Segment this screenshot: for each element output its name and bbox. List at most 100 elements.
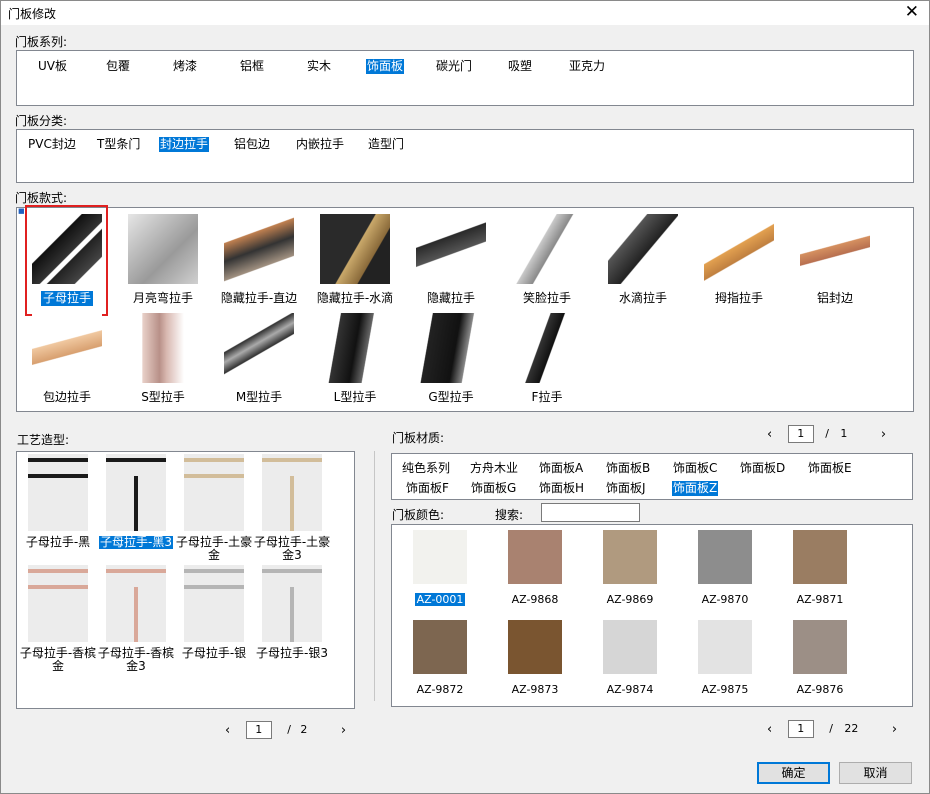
color-swatch[interactable]: AZ-9868 <box>487 530 583 606</box>
craft-thumbnail <box>28 565 88 642</box>
prev-page-icon[interactable]: ‹ <box>767 722 772 737</box>
style-item[interactable]: 隐藏拉手-水滴 <box>307 214 403 306</box>
material-item[interactable]: 饰面板J <box>605 481 647 496</box>
material-page-input[interactable]: 1 <box>787 425 814 443</box>
page-total: 1 <box>840 427 848 440</box>
category-item[interactable]: 铝包边 <box>233 137 271 152</box>
color-swatch[interactable]: AZ-9874 <box>582 620 678 696</box>
style-item-label: 隐藏拉手 <box>426 291 475 305</box>
style-item[interactable]: 铝封边 <box>787 214 883 306</box>
swatch-code: AZ-9873 <box>511 683 559 696</box>
style-item-label: 笑脸拉手 <box>522 291 571 305</box>
swatch-color <box>793 530 847 584</box>
color-swatch[interactable]: AZ-9876 <box>772 620 868 696</box>
category-item[interactable]: 内嵌拉手 <box>295 137 345 152</box>
style-item-label: L型拉手 <box>333 390 377 404</box>
craft-item[interactable]: 子母拉手-土豪金 <box>172 454 256 562</box>
style-item[interactable]: 子母拉手 <box>19 214 115 306</box>
material-item[interactable]: 饰面板A <box>538 461 584 476</box>
craft-item[interactable]: 子母拉手-黑3 <box>94 454 178 549</box>
series-item[interactable]: 亚克力 <box>568 59 606 74</box>
craft-item[interactable]: 子母拉手-银3 <box>250 565 334 660</box>
material-item[interactable]: 饰面板F <box>405 481 450 496</box>
series-item[interactable]: 吸塑 <box>507 59 533 74</box>
style-item[interactable]: 隐藏拉手-直边 <box>211 214 307 306</box>
next-page-icon[interactable]: › <box>341 723 346 738</box>
material-item[interactable]: 饰面板Z <box>672 481 719 496</box>
handle-bar-v <box>290 476 294 531</box>
swatch-color <box>793 620 847 674</box>
craft-item[interactable]: 子母拉手-黑 <box>16 454 100 549</box>
material-item[interactable]: 饰面板H <box>538 481 585 496</box>
craft-thumbnail <box>262 454 322 531</box>
color-swatch[interactable]: AZ-0001 <box>392 530 488 606</box>
s-handle-icon <box>128 313 198 383</box>
craft-item-label: 子母拉手-香槟金 <box>19 646 97 673</box>
hidden-handle-drop-icon <box>320 214 390 284</box>
style-item[interactable]: F拉手 <box>499 313 595 405</box>
craft-page-input[interactable]: 1 <box>245 721 272 739</box>
next-page-icon[interactable]: › <box>892 722 897 737</box>
craft-item[interactable]: 子母拉手-香槟金 <box>16 565 100 673</box>
style-item-label: 子母拉手 <box>40 291 93 306</box>
color-swatch[interactable]: AZ-9870 <box>677 530 773 606</box>
material-item[interactable]: 方舟木业 <box>469 461 519 476</box>
series-item[interactable]: UV板 <box>37 59 68 74</box>
style-item[interactable]: 拇指拉手 <box>691 214 787 306</box>
style-item[interactable]: S型拉手 <box>115 313 211 405</box>
style-item[interactable]: 月亮弯拉手 <box>115 214 211 306</box>
style-item[interactable]: 包边拉手 <box>19 313 115 405</box>
material-item[interactable]: 饰面板C <box>672 461 718 476</box>
prev-page-icon[interactable]: ‹ <box>225 723 230 738</box>
material-item[interactable]: 饰面板E <box>807 461 853 476</box>
material-item[interactable]: 饰面板D <box>739 461 786 476</box>
series-item[interactable]: 实木 <box>306 59 332 74</box>
swatch-color <box>603 530 657 584</box>
color-swatch[interactable]: AZ-9875 <box>677 620 773 696</box>
style-item[interactable]: 水滴拉手 <box>595 214 691 306</box>
swatch-code: AZ-9869 <box>606 593 654 606</box>
series-item[interactable]: 饰面板 <box>366 59 405 74</box>
style-item[interactable]: 笑脸拉手 <box>499 214 595 306</box>
color-swatch[interactable]: AZ-9872 <box>392 620 488 696</box>
category-item[interactable]: 造型门 <box>367 137 405 152</box>
material-item[interactable]: 饰面板G <box>470 481 517 496</box>
series-item[interactable]: 铝框 <box>239 59 265 74</box>
craft-item[interactable]: 子母拉手-土豪金3 <box>250 454 334 562</box>
color-swatch[interactable]: AZ-9873 <box>487 620 583 696</box>
next-page-icon[interactable]: › <box>881 427 886 442</box>
material-item[interactable]: 纯色系列 <box>401 461 451 476</box>
category-item[interactable]: 封边拉手 <box>159 137 210 152</box>
category-item[interactable]: T型条门 <box>96 137 141 152</box>
style-item[interactable]: L型拉手 <box>307 313 403 405</box>
handle-bar-h <box>28 569 88 573</box>
style-item[interactable]: M型拉手 <box>211 313 307 405</box>
swatch-color <box>508 530 562 584</box>
swatch-color <box>413 620 467 674</box>
handle-bar-v <box>290 587 294 642</box>
handle-bar-h <box>262 569 322 573</box>
search-label: 搜索: <box>495 508 524 522</box>
color-swatch[interactable]: AZ-9869 <box>582 530 678 606</box>
category-item[interactable]: PVC封边 <box>27 137 77 152</box>
ok-button[interactable]: 确定 <box>757 762 830 784</box>
craft-thumbnail <box>184 454 244 531</box>
material-item[interactable]: 饰面板B <box>605 461 651 476</box>
series-item[interactable]: 包覆 <box>105 59 131 74</box>
style-item[interactable]: G型拉手 <box>403 313 499 405</box>
style-item[interactable]: 隐藏拉手 <box>403 214 499 306</box>
search-input[interactable] <box>541 503 640 522</box>
craft-item[interactable]: 子母拉手-香槟金3 <box>94 565 178 673</box>
series-item[interactable]: 碳光门 <box>435 59 473 74</box>
cancel-button[interactable]: 取消 <box>839 762 912 784</box>
door-panel-dialog: 门板修改 ✕ 门板系列: 门板分类: 门板款式: ■ 工艺造型: ‹ 1 / 2… <box>0 0 930 794</box>
color-page-input[interactable]: 1 <box>787 720 814 738</box>
close-icon[interactable]: ✕ <box>905 3 919 21</box>
window-title: 门板修改 <box>8 7 57 21</box>
series-item[interactable]: 烤漆 <box>172 59 198 74</box>
craft-item-label: 子母拉手-黑3 <box>99 535 173 549</box>
color-swatch[interactable]: AZ-9871 <box>772 530 868 606</box>
craft-item[interactable]: 子母拉手-银 <box>172 565 256 660</box>
prev-page-icon[interactable]: ‹ <box>767 427 772 442</box>
title-bar: 门板修改 ✕ <box>1 1 929 25</box>
